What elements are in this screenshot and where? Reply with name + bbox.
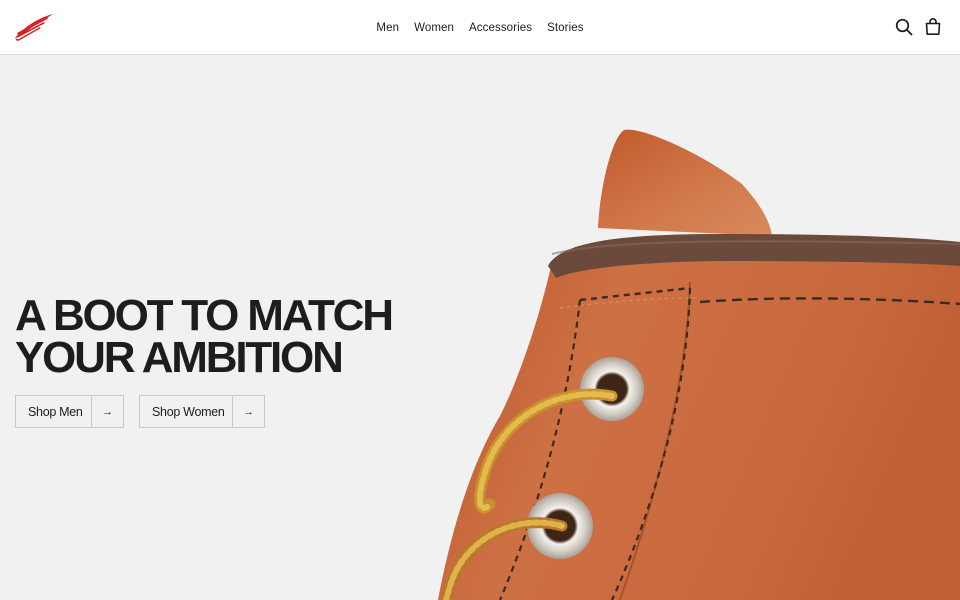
arrow-right-icon: → xyxy=(102,405,113,418)
nav-link-stories[interactable]: Stories xyxy=(547,22,584,34)
headline-line-1: A BOOT TO MATCH xyxy=(15,291,394,340)
shop-women-label: Shop Women xyxy=(140,396,233,427)
main-nav: Men Women Accessories Stories xyxy=(0,0,960,55)
wing-logo-icon[interactable] xyxy=(14,13,54,41)
headline-line-2: YOUR AMBITION xyxy=(15,333,344,382)
hero-headline: A BOOT TO MATCH YOUR AMBITION xyxy=(15,291,415,382)
site-header: Men Women Accessories Stories xyxy=(0,0,960,55)
nav-link-accessories[interactable]: Accessories xyxy=(469,22,532,34)
shop-men-label: Shop Men xyxy=(16,396,92,427)
bag-icon[interactable] xyxy=(924,18,942,36)
arrow-right-icon: → xyxy=(243,405,254,418)
nav-link-men[interactable]: Men xyxy=(376,22,399,34)
search-icon[interactable] xyxy=(895,18,913,36)
shop-men-button[interactable]: Shop Men → xyxy=(15,395,124,428)
shop-women-button[interactable]: Shop Women → xyxy=(139,395,265,428)
nav-link-women[interactable]: Women xyxy=(414,22,454,34)
